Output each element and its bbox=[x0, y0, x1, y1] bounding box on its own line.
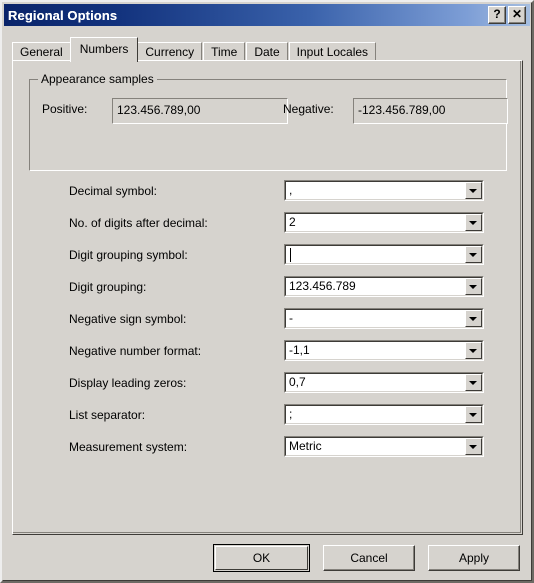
label-negative-sign-symbol: Negative sign symbol: bbox=[69, 312, 187, 326]
positive-sample-label: Positive: bbox=[42, 102, 88, 116]
tab-currency[interactable]: Currency bbox=[137, 42, 203, 62]
chevron-down-icon[interactable] bbox=[465, 246, 482, 263]
combo-negative-number-format-field[interactable]: -1,1 bbox=[285, 341, 483, 360]
label-list-separator: List separator: bbox=[69, 408, 146, 422]
combo-list-separator-field[interactable]: ; bbox=[285, 405, 483, 424]
text-caret bbox=[290, 248, 291, 262]
help-icon[interactable]: ? bbox=[488, 6, 506, 24]
title-bar[interactable]: Regional Options ? ✕ bbox=[4, 4, 530, 26]
combo-negative-number-format[interactable]: -1,1 bbox=[284, 340, 484, 361]
label-display-leading-zeros: Display leading zeros: bbox=[69, 376, 187, 390]
tab-date[interactable]: Date bbox=[246, 42, 288, 62]
label-digits-after-decimal: No. of digits after decimal: bbox=[69, 216, 208, 230]
combo-digit-grouping-symbol-field[interactable] bbox=[285, 245, 483, 264]
negative-sample-label: Negative: bbox=[283, 102, 334, 116]
combo-display-leading-zeros[interactable]: 0,7 bbox=[284, 372, 484, 393]
combo-display-leading-zeros-value: 0,7 bbox=[289, 375, 306, 389]
appearance-samples-legend: Appearance samples bbox=[38, 72, 157, 86]
combo-negative-number-format-value: -1,1 bbox=[289, 343, 310, 357]
combo-list-separator[interactable]: ; bbox=[284, 404, 484, 425]
chevron-down-icon[interactable] bbox=[465, 182, 482, 199]
combo-display-leading-zeros-field[interactable]: 0,7 bbox=[285, 373, 483, 392]
apply-button[interactable]: Apply bbox=[428, 545, 520, 571]
appearance-samples-groupbox: Appearance samples Positive: 123.456.789… bbox=[29, 72, 508, 171]
regional-options-dialog: Regional Options ? ✕ General Numbers Cur… bbox=[0, 0, 534, 583]
combo-digits-after-decimal-field[interactable]: 2 bbox=[285, 213, 483, 232]
window-title: Regional Options bbox=[8, 7, 118, 23]
tab-general[interactable]: General bbox=[12, 42, 71, 62]
label-decimal-symbol: Decimal symbol: bbox=[69, 184, 158, 198]
tab-time[interactable]: Time bbox=[203, 42, 246, 62]
combo-decimal-symbol-field[interactable]: , bbox=[285, 181, 483, 200]
combo-digit-grouping[interactable]: 123.456.789 bbox=[284, 276, 484, 297]
combo-list-separator-value: ; bbox=[289, 407, 293, 421]
combo-decimal-symbol[interactable]: , bbox=[284, 180, 484, 201]
tab-input-locales[interactable]: Input Locales bbox=[288, 42, 377, 62]
ok-button-label: OK bbox=[252, 551, 271, 565]
combo-digits-after-decimal-value: 2 bbox=[289, 215, 296, 229]
label-measurement-system: Measurement system: bbox=[69, 440, 188, 454]
numbers-tab-panel: Appearance samples Positive: 123.456.789… bbox=[12, 60, 523, 535]
tab-strip: General Numbers Currency Time Date Input… bbox=[12, 36, 377, 62]
combo-measurement-system-value: Metric bbox=[289, 439, 322, 453]
label-negative-number-format: Negative number format: bbox=[69, 344, 202, 358]
combo-digit-grouping-value: 123.456.789 bbox=[289, 279, 356, 293]
chevron-down-icon[interactable] bbox=[465, 342, 482, 359]
combo-decimal-symbol-value: , bbox=[289, 183, 293, 197]
positive-sample-field: 123.456.789,00 bbox=[112, 98, 288, 124]
combo-negative-sign-symbol-field[interactable]: - bbox=[285, 309, 483, 328]
combo-negative-sign-symbol-value: - bbox=[289, 311, 293, 325]
combo-negative-sign-symbol[interactable]: - bbox=[284, 308, 484, 329]
ok-button[interactable]: OK bbox=[213, 544, 310, 572]
combo-measurement-system-field[interactable]: Metric bbox=[285, 437, 483, 456]
label-digit-grouping: Digit grouping: bbox=[69, 280, 147, 294]
close-icon[interactable]: ✕ bbox=[508, 6, 526, 24]
tab-numbers[interactable]: Numbers bbox=[69, 37, 139, 62]
chevron-down-icon[interactable] bbox=[465, 214, 482, 231]
chevron-down-icon[interactable] bbox=[465, 310, 482, 327]
combo-measurement-system[interactable]: Metric bbox=[284, 436, 484, 457]
cancel-button[interactable]: Cancel bbox=[323, 545, 415, 571]
combo-digit-grouping-symbol[interactable] bbox=[284, 244, 484, 265]
label-digit-grouping-symbol: Digit grouping symbol: bbox=[69, 248, 188, 262]
combo-digit-grouping-field[interactable]: 123.456.789 bbox=[285, 277, 483, 296]
chevron-down-icon[interactable] bbox=[465, 374, 482, 391]
chevron-down-icon[interactable] bbox=[465, 438, 482, 455]
chevron-down-icon[interactable] bbox=[465, 278, 482, 295]
negative-sample-field: -123.456.789,00 bbox=[353, 98, 508, 124]
combo-digits-after-decimal[interactable]: 2 bbox=[284, 212, 484, 233]
chevron-down-icon[interactable] bbox=[465, 406, 482, 423]
